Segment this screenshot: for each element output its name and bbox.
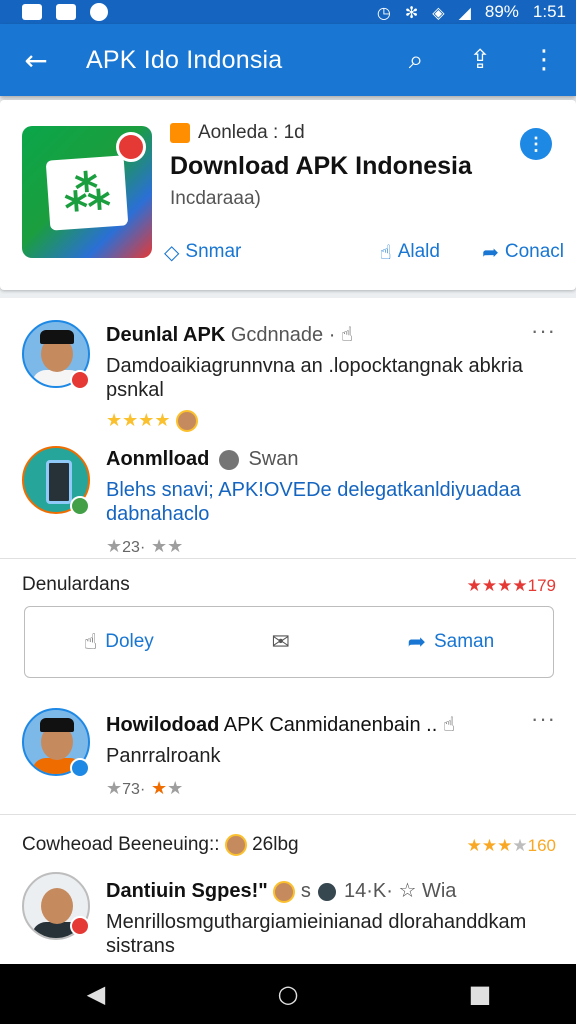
section-rating-value: 179	[527, 576, 556, 595]
header-actions: ◇ Snmar ☝ Alald ➦ Conacl	[164, 240, 564, 264]
reviewer-mini-avatar	[176, 410, 199, 432]
wifi-icon: ◈	[432, 2, 445, 22]
like-button[interactable]: ☝ Alald	[380, 240, 440, 264]
post-type-icon	[218, 449, 239, 470]
post-meta: APK Canmidanenbain ..	[223, 714, 438, 736]
post-meta: Gcdnnade ·	[230, 324, 336, 346]
section-header: Cowheoad Beeneuing:: 26lbg	[22, 834, 299, 856]
post-meta-c: Wia	[421, 880, 457, 902]
section-label: Cowheoad Beeneuing::	[22, 834, 220, 856]
share-label: Conacl	[504, 241, 564, 262]
section-label: Denulardans	[22, 574, 130, 595]
thumbs-up-icon: ☝	[379, 240, 392, 264]
mail-icon: ✉	[271, 629, 290, 655]
developer-row: Aonleda : 1d	[170, 122, 305, 144]
post-header: Aonmlload Swan	[106, 448, 299, 471]
like-small-icon: ☝	[442, 712, 455, 736]
post-header: Howilodoad APK Canmidanenbain .. ☝	[106, 712, 455, 737]
rating-stars: ★★★★	[106, 410, 199, 432]
share-arrow-icon: ➦	[482, 240, 499, 264]
share-label: Saman	[433, 631, 495, 652]
share-button[interactable]: ➦ Saman	[408, 630, 495, 655]
section-rating: ★★★★160	[466, 836, 556, 856]
image-notification-icon	[56, 4, 76, 20]
nav-home-icon[interactable]: ○	[248, 964, 328, 1024]
save-label: Snmar	[185, 241, 242, 262]
clock: 1:51	[532, 2, 566, 21]
rating-stars: ★23· ★★	[106, 536, 184, 557]
verified-badge-icon	[70, 370, 90, 390]
post-text: Damdoaikiagrunnvna an .lopocktangnak abk…	[106, 355, 523, 401]
like-label: Doley	[105, 631, 154, 652]
status-bar: ◷ ✻ ◈ ◢ 89% 1:51	[0, 0, 576, 24]
section-rating-value: 160	[527, 836, 556, 855]
vibrate-icon: ✻	[404, 2, 419, 22]
rating-count: 23·	[122, 539, 146, 556]
save-button[interactable]: ◇ Snmar	[164, 240, 241, 264]
share-button[interactable]: ➦ Conacl	[482, 240, 564, 264]
notification-icon	[22, 4, 42, 20]
share-icon[interactable]: ⇪	[448, 24, 512, 96]
like-button[interactable]: ☝ Doley	[84, 630, 154, 655]
nav-back-icon[interactable]: ◀	[56, 964, 136, 1024]
bookmark-icon: ◇	[164, 240, 180, 264]
post-meta-b: 14·K·	[343, 880, 393, 902]
post-author[interactable]: Dantiuin Sgpes!"	[106, 880, 268, 902]
nav-recents-icon[interactable]: ■	[440, 964, 520, 1024]
back-arrow-icon[interactable]: ←	[0, 24, 72, 96]
share-arrow-icon: ➦	[407, 629, 426, 655]
star-outline-icon: ☆	[398, 878, 417, 902]
reviewer-mini-avatar	[316, 880, 339, 903]
developer-badge-icon	[170, 123, 190, 143]
search-icon[interactable]: ⌕	[384, 24, 448, 96]
post-action-bar: ☝ Doley ✉ ➦ Saman	[24, 606, 554, 678]
post-text: Menrillosmguthargiamieinianad dlorahandd…	[106, 911, 527, 957]
post-author[interactable]: Aonmlload	[106, 448, 209, 470]
app-title: APK Ido Indonsia	[86, 45, 283, 74]
rating-stars: ★73· ★★	[106, 778, 184, 799]
app-logo-badge	[116, 132, 146, 162]
reviewer-mini-avatar	[273, 880, 296, 903]
section-rating: ★★★★179	[466, 576, 556, 596]
post-text: Panrralroank	[106, 745, 221, 767]
info-more-icon[interactable]: ⋮	[520, 128, 552, 160]
verified-badge-icon	[70, 758, 90, 778]
divider	[0, 558, 576, 559]
section-meta: 26lbg	[252, 834, 299, 856]
feed-card: Deunlal APK Gcdnnade · ☝ ··· Damdoaikiag…	[0, 298, 576, 964]
app-name: Download APK Indonesia	[170, 152, 472, 180]
document-icon: ⁂	[45, 155, 129, 231]
like-label: Alald	[397, 241, 440, 262]
post-header: Deunlal APK Gcdnnade · ☝	[106, 322, 353, 347]
app-subtitle: Incdaraaa)	[170, 188, 261, 209]
post-link-text[interactable]: Blehs snavi; APK!OVEDe delegatkanldiyuad…	[106, 478, 546, 526]
alarm-icon: ◷	[376, 2, 391, 22]
rating-count: 73·	[122, 781, 146, 798]
post-author[interactable]: Howilodoad	[106, 714, 219, 736]
signal-icon: ◢	[458, 2, 471, 22]
app-logo: ⁂	[22, 126, 152, 258]
post-more-icon[interactable]: ···	[531, 318, 556, 344]
app-header-card: ⁂ Aonleda : 1d Download APK Indonesia In…	[0, 100, 576, 290]
verified-badge-icon	[70, 916, 90, 936]
phone-icon	[46, 460, 72, 504]
comment-button[interactable]: ✉	[271, 630, 289, 655]
more-vert-icon[interactable]: ⋮	[512, 24, 576, 96]
like-small-icon: ☝	[340, 322, 354, 346]
thumbs-up-icon: ☝	[83, 629, 98, 655]
divider	[0, 814, 576, 815]
app-bar: ← APK Ido Indonsia ⌕ ⇪ ⋮	[0, 24, 576, 96]
post-header: Dantiuin Sgpes!" s 14·K· ☆ Wia	[106, 878, 456, 903]
post-meta: Swan	[248, 448, 299, 470]
shield-notification-icon	[90, 3, 108, 21]
post-more-icon[interactable]: ···	[531, 706, 556, 732]
post-author[interactable]: Deunlal APK	[106, 324, 225, 346]
verified-badge-icon	[70, 496, 90, 516]
battery-level: 89%	[484, 2, 519, 21]
developer-name[interactable]: Aonleda : 1d	[198, 122, 305, 144]
section-mini-avatar	[224, 834, 247, 856]
post-meta-a: s	[300, 880, 311, 902]
system-nav-bar: ◀ ○ ■	[0, 964, 576, 1024]
